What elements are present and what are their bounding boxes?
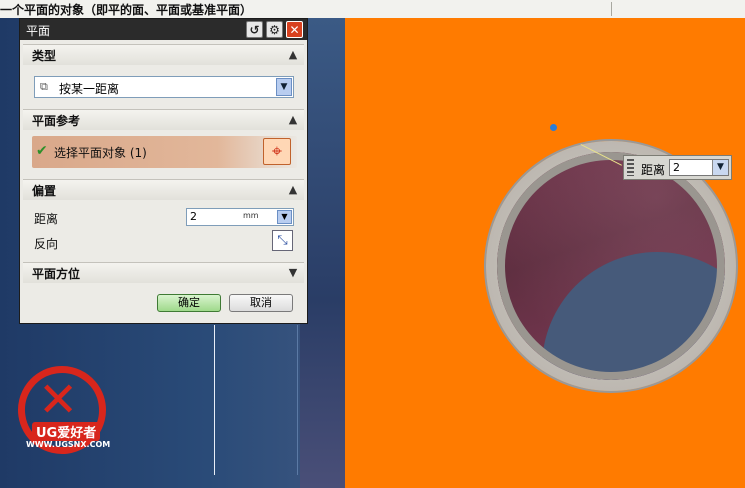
ok-button[interactable]: 确定 (157, 294, 221, 312)
chevron-down-icon[interactable]: ▼ (285, 265, 301, 281)
dialog-title-bar[interactable]: 平面 ↺ ⚙ ✕ (20, 19, 307, 40)
chevron-up-icon[interactable]: ▲ (285, 47, 301, 63)
hole-interior[interactable] (497, 152, 725, 380)
logo-url: WWW.UGSNX.COM (26, 440, 111, 449)
section-type-header[interactable]: 类型 ▲ (23, 44, 304, 65)
plane-distance-icon: ⧉ (40, 80, 48, 93)
crosshair-icon[interactable]: ⌖ (263, 138, 291, 165)
section-orientation-title: 平面方位 (32, 267, 81, 281)
distance-unit: mm (243, 211, 259, 220)
reverse-direction-icon[interactable]: ⤡ (272, 230, 293, 251)
section-reference-title: 平面参考 (32, 114, 81, 128)
chevron-down-icon[interactable]: ▼ (712, 160, 728, 175)
select-plane-object-row[interactable]: ✔ 选择平面对象 (1) ⌖ (32, 136, 297, 168)
cue-line: 一个平面的对象（即平的面、平面或基准平面） (0, 0, 745, 19)
chevron-down-icon[interactable]: ▼ (277, 210, 292, 224)
section-offset-title: 偏置 (32, 184, 57, 198)
gear-icon[interactable]: ⚙ (266, 21, 283, 38)
type-dropdown-value: 按某一距离 (59, 82, 120, 96)
logo-figure-icon: ✕ (38, 372, 79, 428)
type-dropdown[interactable]: ⧉ 按某一距离 ▼ (34, 76, 294, 98)
section-offset-header[interactable]: 偏置 ▲ (23, 179, 304, 200)
section-type-title: 类型 (32, 49, 57, 63)
select-plane-object-label: 选择平面对象 (1) (54, 146, 147, 160)
distance-onscreen-field[interactable]: 2 ▼ (669, 159, 729, 176)
chevron-up-icon[interactable]: ▲ (285, 112, 301, 128)
reset-icon[interactable]: ↺ (246, 21, 263, 38)
chevron-up-icon[interactable]: ▲ (285, 182, 301, 198)
chevron-down-icon[interactable]: ▼ (276, 78, 292, 96)
datum-line (214, 325, 215, 475)
logo-brand: UG爱好者 (32, 422, 101, 441)
dialog-title: 平面 (26, 24, 51, 38)
distance-value: 2 (190, 210, 197, 223)
distance-onscreen-label: 距离 (641, 163, 666, 177)
check-icon: ✔ (36, 143, 48, 159)
callout-grip-icon[interactable] (627, 159, 634, 176)
distance-onscreen-input[interactable]: 距离 2 ▼ (623, 155, 732, 180)
plane-dialog: 平面 ↺ ⚙ ✕ 类型 ▲ ⧉ 按某一距离 ▼ 平面参考 ▲ ✔ 选择平面对象 … (19, 18, 308, 324)
watermark-logo: ✕ UG爱好者 WWW.UGSNX.COM (12, 360, 132, 460)
cue-line-text: 一个平面的对象（即平的面、平面或基准平面） (0, 3, 253, 17)
cancel-button[interactable]: 取消 (229, 294, 293, 312)
reverse-label: 反向 (34, 237, 59, 251)
distance-label: 距离 (34, 212, 59, 226)
section-orientation-header[interactable]: 平面方位 ▼ (23, 262, 304, 283)
hole-inner-lip (497, 152, 725, 380)
datum-line-secondary (297, 325, 298, 475)
distance-input[interactable]: 2 mm ▼ (186, 208, 294, 226)
section-reference-header[interactable]: 平面参考 ▲ (23, 109, 304, 130)
cue-line-separator (611, 2, 612, 16)
close-icon[interactable]: ✕ (286, 21, 303, 38)
distance-onscreen-value: 2 (673, 161, 680, 174)
drag-handle-point[interactable] (550, 124, 557, 131)
